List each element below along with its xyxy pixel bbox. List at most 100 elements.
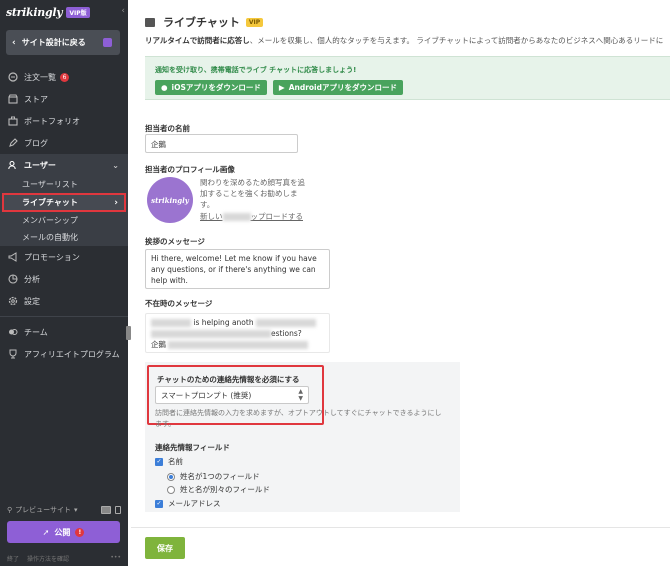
sidebar-item-label: アフィリエイトプログラム [24, 349, 120, 359]
sidebar-item-label: 注文一覧 [24, 72, 56, 82]
search-icon: ⚲ [7, 506, 13, 514]
sidebar-subitem-membership[interactable]: メンバーシップ [0, 212, 128, 229]
exit-link[interactable]: 終了 [7, 554, 19, 563]
page-description: リアルタイムで訪問者に応答し、メールを収集し、個人的なタッチを与えます。 ライブ… [145, 35, 670, 46]
sidebar-nav: 注文一覧 6 ストア ポートフォリオ ブログ ユーザー ⌄ ユーザーリスト ライ… [0, 66, 128, 365]
page-title: ライブチャット [163, 16, 240, 29]
chat-icon [145, 17, 155, 27]
upload-link-suffix: ップロードする [250, 212, 304, 221]
sidebar-item-store[interactable]: ストア [0, 88, 128, 110]
sidebar-subitem-label: ユーザーリスト [22, 180, 78, 189]
sidebar-item-label: チーム [24, 327, 48, 337]
field-email-checkbox[interactable]: ✓ メールアドレス [155, 498, 221, 509]
dropdown-caret-icon: ▾ [74, 506, 78, 514]
blurred-text [255, 319, 316, 327]
site-icon [103, 38, 112, 47]
mobile-icon[interactable] [115, 506, 121, 514]
sidebar-item-promotion[interactable]: プロモーション [0, 246, 128, 268]
logo[interactable]: strikingly [6, 6, 63, 19]
sidebar-item-label: 設定 [24, 296, 40, 306]
app-notice-banner: 通知を受け取り、携帯電話でライブ チャットに応答しましょう! ● iOSアプリを… [145, 56, 670, 100]
users-icon [7, 160, 18, 171]
sidebar-item-orders[interactable]: 注文一覧 6 [0, 66, 128, 88]
sidebar-subitem-label: ライブチャット [22, 198, 78, 207]
sidebar-subitem-user-list[interactable]: ユーザーリスト [0, 176, 128, 193]
users-submenu: ユーザーリスト ライブチャット › メンバーシップ メールの自動化 [0, 176, 128, 246]
more-icon[interactable]: ••• [110, 554, 121, 563]
play-store-icon: ▶ [278, 83, 285, 92]
gear-icon [7, 296, 18, 307]
away-message-fragment: is helping anoth [193, 318, 254, 327]
sidebar-item-users[interactable]: ユーザー ⌄ [0, 154, 128, 176]
briefcase-icon [7, 116, 18, 127]
sidebar-item-analytics[interactable]: 分析 [0, 268, 128, 290]
sidebar-item-label: ユーザー [24, 160, 56, 170]
preview-site-link[interactable]: プレビューサイト [15, 505, 71, 515]
trophy-icon [7, 349, 18, 360]
avatar[interactable]: strikingly [147, 177, 193, 223]
android-download-button[interactable]: ▶ Androidアプリをダウンロード [272, 80, 403, 95]
chart-icon [7, 274, 18, 285]
sidebar-item-portfolio[interactable]: ポートフォリオ [0, 110, 128, 132]
vip-badge: VIP [245, 17, 264, 27]
checkbox-checked-icon: ✓ [155, 457, 163, 466]
megaphone-icon [7, 252, 18, 263]
back-to-editor-button[interactable]: ‹ サイト設計に戻る [6, 30, 120, 55]
greeting-message-textarea[interactable]: Hi there, welcome! Let me know if you ha… [145, 249, 330, 289]
field-email-label: メールアドレス [168, 499, 221, 508]
vip-badge: VIP版 [66, 6, 90, 18]
chevron-left-icon: ‹ [12, 37, 16, 48]
greeting-message-label: 挨拶のメッセージ [145, 237, 205, 246]
sidebar-item-team[interactable]: チーム [0, 321, 128, 343]
chevron-down-icon: ⌄ [112, 160, 119, 170]
blurred-text [168, 341, 309, 349]
sidebar-subitem-live-chat[interactable]: ライブチャット › [2, 193, 126, 212]
apple-icon: ● [161, 83, 168, 92]
android-download-label: Androidアプリをダウンロード [288, 83, 397, 92]
field-name-checkbox[interactable]: ✓ 名前 [155, 456, 183, 467]
profile-image-label: 担当者のプロフィール画像 [145, 165, 235, 174]
avatar-logo-text: strikingly [151, 195, 189, 205]
radio-selected-icon [167, 472, 175, 481]
footer-divider [131, 527, 670, 528]
team-icon [7, 327, 18, 338]
sidebar-item-affiliate[interactable]: アフィリエイトプログラム [0, 343, 128, 365]
cart-icon [7, 72, 18, 83]
radio-split-label: 姓と名が別々のフィールド [180, 485, 270, 494]
require-contact-help: 訪問者に連絡先情報の入力を求めますが、オプトアウトしてすぐにチャットできるように… [155, 409, 442, 428]
away-message-textarea[interactable]: is helping anoth estions? 企鵝 [145, 313, 330, 353]
blurred-text [222, 213, 251, 221]
notice-text: 通知を受け取り、携帯電話でライブ チャットに応答しましょう! [155, 66, 357, 74]
upload-photo-link[interactable]: 新しい ップロードする [200, 211, 303, 222]
sidebar-item-blog[interactable]: ブログ [0, 132, 128, 154]
save-button[interactable]: 保存 [145, 537, 185, 559]
sidebar-item-label: ポートフォリオ [24, 116, 80, 126]
sidebar-subitem-label: メールの自動化 [22, 233, 78, 242]
name-single-field-radio[interactable]: 姓名が1つのフィールド [167, 471, 260, 482]
name-split-field-radio[interactable]: 姓と名が別々のフィールド [167, 484, 270, 495]
publish-button[interactable]: ➚ 公開 ! [7, 521, 120, 543]
collapse-sidebar-icon[interactable]: ‹ [121, 6, 125, 16]
away-message-fragment: estions? [271, 329, 302, 338]
sidebar-item-label: ストア [24, 94, 48, 104]
away-message-label: 不在時のメッセージ [145, 299, 213, 308]
desktop-icon[interactable] [101, 506, 111, 514]
back-to-editor-label: サイト設計に戻る [21, 38, 86, 47]
sidebar: strikingly VIP版 ‹ ‹ サイト設計に戻る 注文一覧 6 ストア … [0, 0, 128, 566]
sidebar-item-label: プロモーション [24, 252, 80, 262]
sidebar-subitem-email-automation[interactable]: メールの自動化 [0, 229, 128, 246]
sidebar-item-label: 分析 [24, 274, 40, 284]
away-message-sign: 企鵝 [151, 340, 166, 349]
profile-image-hint: 関わりを深めるため顔写真を追加することを強くお勧めします。 [200, 178, 305, 209]
upload-link-prefix: 新しい [200, 212, 223, 221]
sidebar-item-settings[interactable]: 設定 [0, 290, 128, 312]
store-icon [7, 94, 18, 105]
sidebar-footer: 終了 操作方法を確認 ••• [7, 554, 121, 563]
description-bold: リアルタイムで訪問者に応答し [145, 36, 250, 45]
agent-name-input[interactable]: 企鵝 [145, 134, 298, 153]
help-link[interactable]: 操作方法を確認 [27, 554, 69, 563]
rocket-icon: ➚ [42, 527, 50, 537]
blurred-text [151, 319, 191, 327]
field-name-label: 名前 [168, 457, 183, 466]
ios-download-button[interactable]: ● iOSアプリをダウンロード [155, 80, 267, 95]
